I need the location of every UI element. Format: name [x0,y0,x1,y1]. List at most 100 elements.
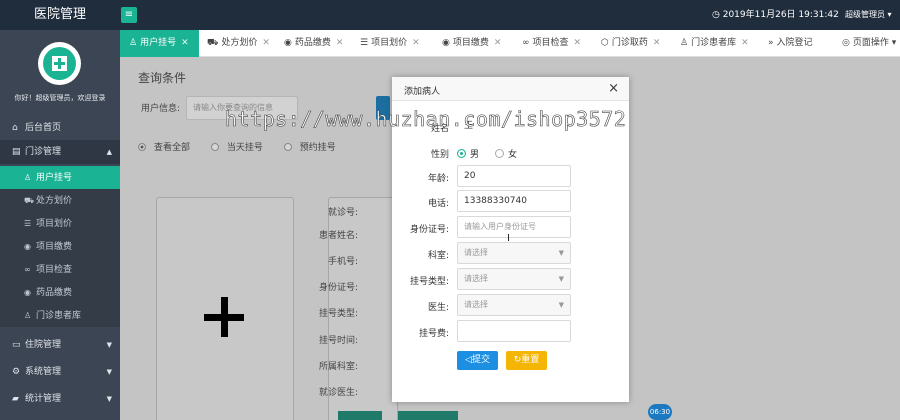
tab-admission[interactable]: » 入院登记 [768,30,813,57]
sidebar: 你好！超级管理员，欢迎登录 ⌂ 后台首页 ▤ 门诊管理 ▲ ♙ 用户挂号 ⛟ 处方划价 … [0,30,120,420]
tab-page-actions[interactable]: ◎ 页面操作 ▾ [842,30,896,57]
tab-label: 用户挂号 [140,38,177,48]
age-field[interactable]: 20 [457,165,571,187]
button-label: 提交 [471,355,490,365]
sidebar-item-outpatient[interactable]: ▤ 门诊管理 ▲ [0,140,120,164]
phone-field[interactable]: 13388330740 [457,190,571,212]
sidebar-subitem-label: 门诊患者库 [36,311,82,321]
regtype-label: 挂号类型: [409,277,449,287]
gender-radio-female[interactable]: 女 [495,147,517,160]
tab-item-check[interactable]: ∞ 项目检查 ✕ [522,30,581,57]
sidebar-item-home[interactable]: ⌂ 后台首页 [0,116,120,140]
id-field[interactable]: 请输入用户身份证号 [457,216,571,238]
close-icon[interactable]: ✕ [262,38,270,48]
clock-badge[interactable]: 06:30 [648,404,672,420]
sidebar-item-inpatient[interactable]: ▭ 住院管理 ▼ [0,333,120,357]
gender-radio-male[interactable]: 男 [457,147,479,160]
datetime-display: ◷ 2019年11月26日 19:31:42 [712,0,839,30]
card-action-button[interactable] [398,411,458,420]
modal-header: 添加病人 × [392,77,629,101]
sidebar-subitem-item-check[interactable]: ∞ 项目检查 [0,258,120,281]
card-action-button[interactable] [338,411,382,420]
caret-down-icon: ▼ [558,301,564,309]
radio-all[interactable]: 查看全部 [138,143,190,153]
sidebar-subitem-prescription[interactable]: ⛟ 处方划价 [0,189,120,212]
reset-button[interactable]: ↻重置 [506,351,547,370]
hospital-logo [38,42,81,85]
close-icon[interactable]: × [608,81,619,96]
radio-label: 女 [508,150,518,160]
chart-icon: ▰ [12,394,19,404]
detail-label: 患者姓名: [318,231,358,241]
select-value: 请选择 [464,248,488,257]
sidebar-subitem-label: 项目划价 [36,219,73,229]
coin-icon: ◉ [284,38,292,48]
tab-prescription[interactable]: ⛟ 处方划价 ✕ [207,30,270,57]
close-icon[interactable]: ✕ [336,38,344,48]
sidebar-item-statistics[interactable]: ▰ 统计管理 ▼ [0,387,120,411]
radio-appointment[interactable]: 预约挂号 [283,143,336,153]
submit-button[interactable]: ◁提交 [457,351,498,370]
sidebar-subitem-item-payment[interactable]: ◉ 项目缴费 [0,235,120,258]
close-icon[interactable]: ✕ [181,38,189,48]
close-icon[interactable]: ✕ [494,38,502,48]
close-icon[interactable]: ✕ [574,38,582,48]
doctor-label: 医生: [427,303,449,313]
cube-icon: ⬡ [601,38,609,48]
tab-item-payment[interactable]: ◉ 项目缴费 ✕ [442,30,501,57]
button-label: 重置 [521,355,540,365]
fee-label: 挂号费: [418,329,449,339]
modal-title: 添加病人 [404,87,441,97]
sidebar-subitem-drug-payment[interactable]: ◉ 药品缴费 [0,281,120,304]
sidebar-subitem-patient-db[interactable]: ♙ 门诊患者库 [0,304,120,327]
link-icon: ∞ [24,265,31,274]
query-title: 查询条件 [138,71,187,85]
fee-field[interactable] [457,320,571,342]
tab-registration[interactable]: ♙ 用户挂号 ✕ [120,30,199,57]
tab-drug-payment[interactable]: ◉ 药品缴费 ✕ [284,30,343,57]
add-patient-panel[interactable] [156,197,294,420]
datetime-text: 2019年11月26日 19:31:42 [722,10,839,20]
coin-icon: ◉ [24,242,31,251]
clock-icon: ◷ [712,10,720,20]
sidebar-subitem-registration[interactable]: ♙ 用户挂号 [0,166,120,189]
sidebar-item-system[interactable]: ⚙ 系统管理 ▼ [0,360,120,384]
radio-dot [210,143,219,151]
hamburger-icon[interactable]: ≡ [121,7,137,23]
gender-label: 性别 [430,150,449,160]
radio-today[interactable]: 当天挂号 [210,143,263,153]
doctor-select[interactable]: 请选择 ▼ [457,294,571,316]
radio-label: 查看全部 [154,143,191,153]
chevron-down-icon: ▼ [106,395,112,403]
tab-label: 项目缴费 [452,38,489,48]
close-icon[interactable]: ✕ [412,38,420,48]
tab-dispense[interactable]: ⬡ 门诊取药 ✕ [601,30,660,57]
radio-label: 男 [470,150,480,160]
detail-label: 所属科室: [318,362,358,372]
detail-label: 挂号类型: [318,309,358,319]
dept-select[interactable]: 请选择 ▼ [457,242,571,264]
sidebar-subitem-item-pricing[interactable]: ☰ 项目划价 [0,212,120,235]
sidebar-subitem-label: 药品缴费 [36,288,73,298]
dept-label: 科室: [427,251,449,261]
sidebar-item-label: 系统管理 [25,367,62,377]
cart-icon: ⛟ [207,38,219,48]
detail-label: 手机号: [327,257,358,267]
tab-item-pricing[interactable]: ☰ 项目划价 ✕ [360,30,420,57]
user-icon: ♙ [24,311,32,320]
close-icon[interactable]: ✕ [653,38,661,48]
list-icon: ☰ [24,219,32,228]
select-value: 请选择 [464,274,488,283]
tab-patient-db[interactable]: ♙ 门诊患者库 ✕ [680,30,749,57]
send-icon: ◁ [465,355,472,365]
user-icon: ♙ [129,38,138,48]
detail-label: 挂号时间: [318,336,358,346]
tab-label: 门诊取药 [611,38,648,48]
app-title: 医院管理 [33,7,86,22]
regtype-select[interactable]: 请选择 ▼ [457,268,571,290]
target-icon: ◎ [842,38,850,48]
user-menu[interactable]: 超级管理员 ▾ [845,0,892,30]
user-info-label: 用户信息: [141,104,181,114]
text-cursor-icon: I [507,233,510,244]
close-icon[interactable]: ✕ [741,38,749,48]
